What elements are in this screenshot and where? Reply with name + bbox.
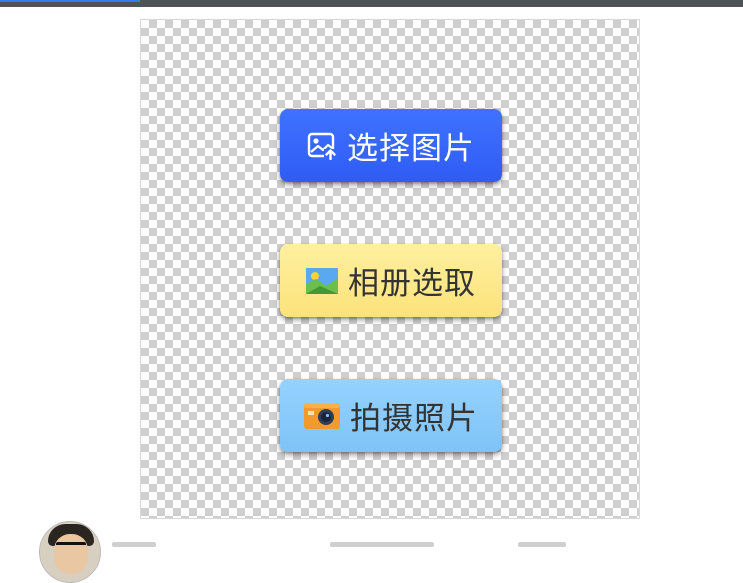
transparent-canvas: 选择图片 相册选取 拍摄照片: [140, 19, 640, 519]
take-photo-label: 拍摄照片: [350, 401, 478, 437]
faded-text-line: [330, 542, 434, 547]
faded-text-line: [518, 542, 566, 547]
take-photo-button[interactable]: 拍摄照片: [280, 379, 502, 452]
album-pick-label: 相册选取: [348, 266, 476, 302]
select-image-button[interactable]: 选择图片: [280, 109, 502, 182]
image-upload-icon: [307, 132, 337, 160]
window-top-bar: [0, 0, 743, 7]
active-tab-indicator: [0, 0, 140, 2]
select-image-label: 选择图片: [347, 131, 475, 167]
user-avatar[interactable]: [39, 521, 101, 583]
album-pick-button[interactable]: 相册选取: [280, 244, 502, 317]
landscape-photo-icon: [306, 267, 338, 294]
faded-text-line: [112, 542, 156, 547]
camera-icon: [304, 402, 340, 429]
